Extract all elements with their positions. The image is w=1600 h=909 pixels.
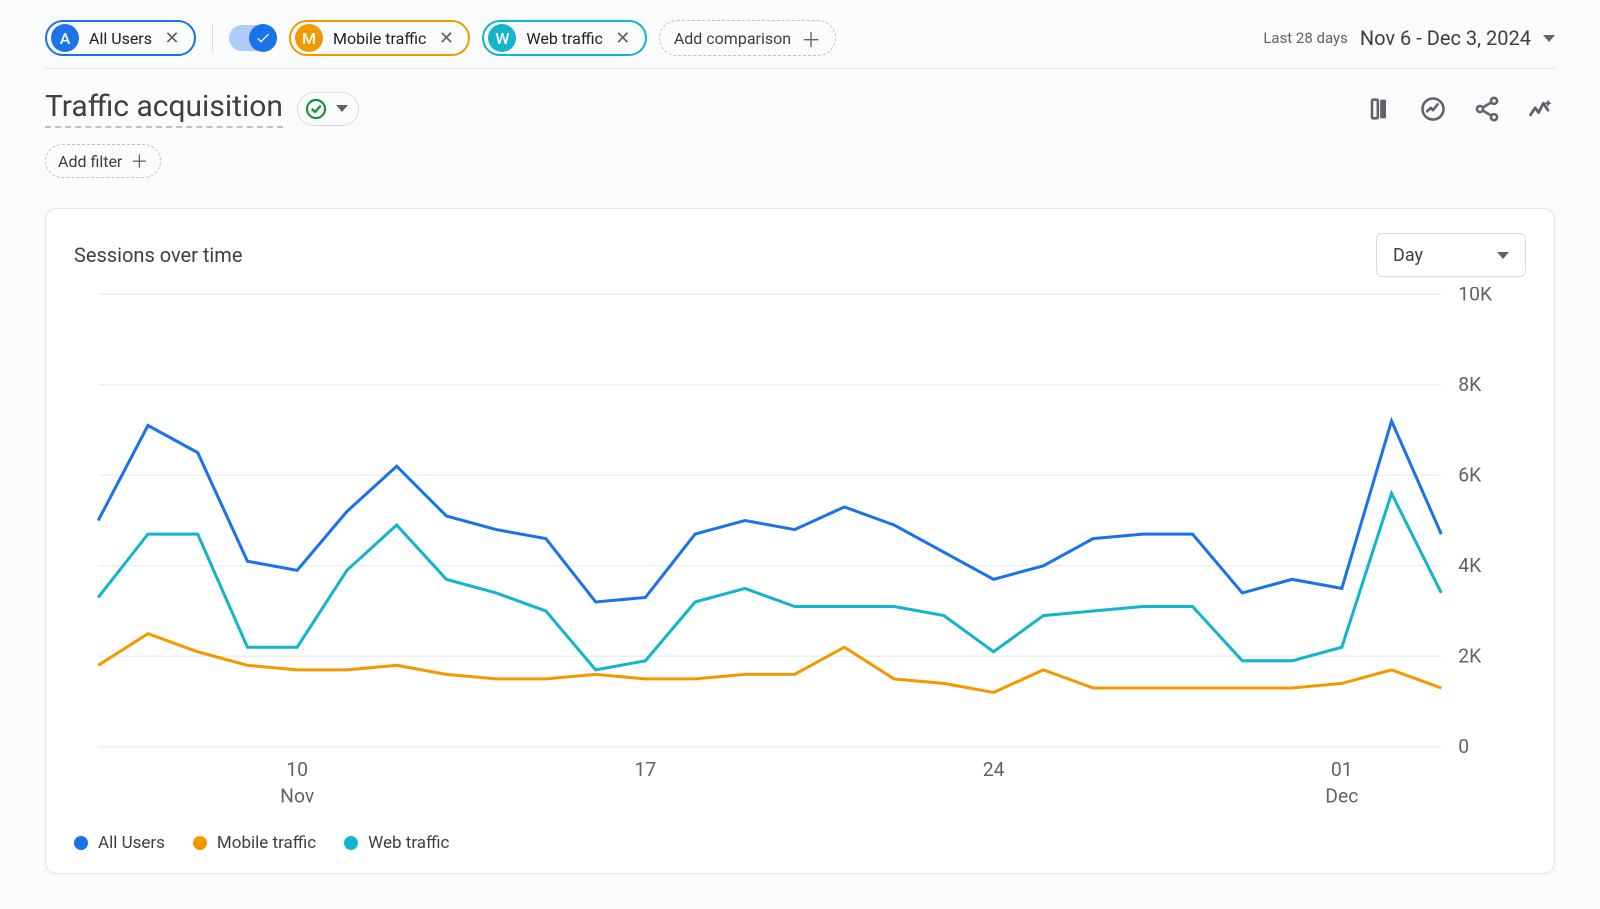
add-filter-label: Add filter <box>58 152 122 171</box>
svg-text:01: 01 <box>1331 758 1353 781</box>
share-icon[interactable] <box>1473 95 1501 123</box>
date-range-text: Nov 6 - Dec 3, 2024 <box>1360 26 1531 50</box>
svg-text:17: 17 <box>635 758 657 781</box>
plus-icon: ＋ <box>801 24 821 53</box>
chip-web-remove-icon[interactable]: ✕ <box>613 28 633 48</box>
add-comparison-button[interactable]: Add comparison ＋ <box>659 20 836 56</box>
segment-chip-row: A All Users ✕ M Mobile traffic ✕ W Web t… <box>45 20 1555 69</box>
status-pill[interactable] <box>297 92 359 126</box>
svg-text:10: 10 <box>286 758 308 781</box>
svg-text:Nov: Nov <box>280 784 315 807</box>
check-icon <box>255 30 271 46</box>
chip-all-avatar: A <box>51 24 79 52</box>
legend-label: Web traffic <box>368 833 449 853</box>
line-chart[interactable]: 0 2K 4K 6K 8K 10K 10 Nov 17 24 01 Dec <box>74 287 1526 819</box>
divider <box>212 24 213 52</box>
chip-mobile-label: Mobile traffic <box>333 29 426 48</box>
legend-dot <box>193 836 207 850</box>
svg-text:8K: 8K <box>1458 373 1482 396</box>
legend-item-all[interactable]: All Users <box>74 833 165 853</box>
chip-all-remove-icon[interactable]: ✕ <box>162 28 182 48</box>
chevron-down-icon <box>336 105 348 112</box>
toggle-knob <box>249 24 277 52</box>
svg-text:6K: 6K <box>1458 463 1482 486</box>
legend-item-web[interactable]: Web traffic <box>344 833 449 853</box>
page-title[interactable]: Traffic acquisition <box>45 89 283 128</box>
svg-text:24: 24 <box>983 758 1005 781</box>
granularity-value: Day <box>1393 245 1423 266</box>
svg-text:10K: 10K <box>1458 287 1493 305</box>
insights-icon[interactable] <box>1419 95 1447 123</box>
legend-item-mobile[interactable]: Mobile traffic <box>193 833 316 853</box>
legend-label: Mobile traffic <box>217 833 316 853</box>
chip-web-label: Web traffic <box>526 29 602 48</box>
legend-dot <box>344 836 358 850</box>
check-circle-icon <box>304 97 328 121</box>
chart-title: Sessions over time <box>74 243 242 267</box>
svg-text:Dec: Dec <box>1325 784 1358 807</box>
explore-icon[interactable] <box>1527 95 1555 123</box>
legend-dot <box>74 836 88 850</box>
add-filter-button[interactable]: Add filter ＋ <box>45 144 161 178</box>
chip-mobile-remove-icon[interactable]: ✕ <box>436 28 456 48</box>
date-preset-label: Last 28 days <box>1263 29 1348 47</box>
customize-columns-icon[interactable] <box>1365 95 1393 123</box>
chip-mobile-traffic[interactable]: M Mobile traffic ✕ <box>289 20 470 56</box>
plus-icon: ＋ <box>130 148 148 174</box>
svg-text:4K: 4K <box>1458 554 1482 577</box>
chip-web-traffic[interactable]: W Web traffic ✕ <box>482 20 646 56</box>
chart-area: 0 2K 4K 6K 8K 10K 10 Nov 17 24 01 Dec <box>74 287 1526 819</box>
granularity-select[interactable]: Day <box>1376 233 1526 277</box>
chip-mobile-avatar: M <box>295 24 323 52</box>
svg-text:0: 0 <box>1458 735 1469 758</box>
chevron-down-icon <box>1497 252 1509 259</box>
compare-toggle[interactable] <box>229 25 277 51</box>
svg-text:2K: 2K <box>1458 644 1482 667</box>
title-row: Traffic acquisition <box>45 89 1555 128</box>
add-comparison-label: Add comparison <box>674 29 791 48</box>
title-actions <box>1365 95 1555 123</box>
chip-all-users[interactable]: A All Users ✕ <box>45 20 196 56</box>
chart-legend: All Users Mobile traffic Web traffic <box>74 833 1526 853</box>
chevron-down-icon <box>1543 35 1555 42</box>
chart-card: Sessions over time Day 0 2K 4K 6K 8K 10K 10 Nov… <box>45 208 1555 874</box>
chip-web-avatar: W <box>488 24 516 52</box>
chip-all-label: All Users <box>89 29 152 48</box>
date-range-picker[interactable]: Last 28 days Nov 6 - Dec 3, 2024 <box>1263 26 1555 50</box>
legend-label: All Users <box>98 833 165 853</box>
